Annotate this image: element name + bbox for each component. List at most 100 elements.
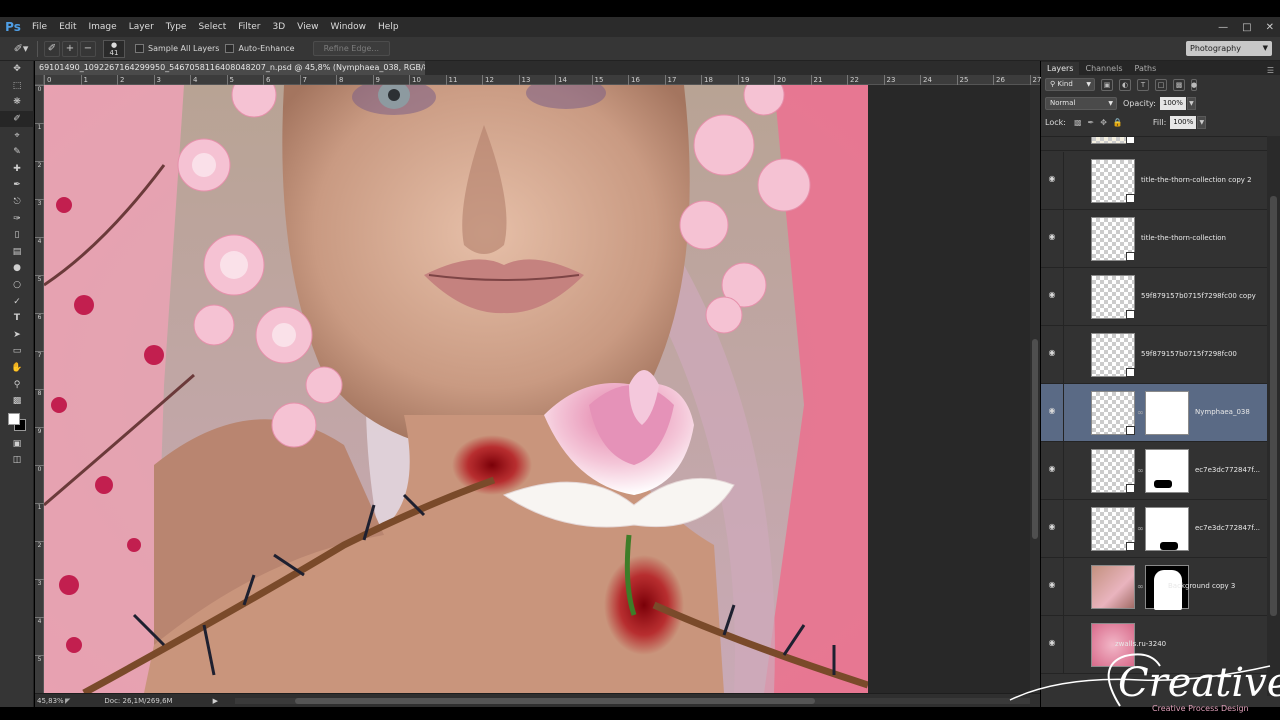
shape-tool-icon[interactable]: ▭ (0, 343, 34, 360)
tab-layers[interactable]: Layers (1041, 62, 1080, 75)
layer-name[interactable]: title-the-thorn-collection (1141, 234, 1226, 242)
mask-link-icon[interactable]: ∞ (1137, 408, 1144, 417)
dodge-tool-icon[interactable]: ○ (0, 277, 34, 294)
visibility-eye-icon[interactable]: ◉ (1047, 580, 1057, 590)
filter-pixel-icon[interactable]: ▣ (1101, 78, 1113, 91)
default-colors-icon[interactable]: ▩ (0, 393, 34, 410)
layer-row-selected[interactable]: ◉ ∞ Nymphaea_038 (1041, 384, 1267, 442)
minimize-icon[interactable]: — (1218, 22, 1228, 33)
filter-shape-icon[interactable]: □ (1155, 78, 1167, 91)
menu-edit[interactable]: Edit (53, 17, 82, 37)
menu-select[interactable]: Select (192, 17, 232, 37)
subtract-from-selection-icon[interactable]: − (80, 40, 96, 57)
menu-3d[interactable]: 3D (267, 17, 292, 37)
layer-row[interactable]: ◉ ∞ Background copy 3 (1041, 558, 1267, 616)
menu-layer[interactable]: Layer (123, 17, 160, 37)
foreground-color-swatch[interactable] (8, 413, 20, 426)
layer-row[interactable]: ◉ 59f879157b0715f7298fc00 copy (1041, 268, 1267, 326)
layer-name[interactable]: Background copy 3 (1168, 582, 1235, 590)
layer-mask-thumbnail[interactable] (1145, 507, 1189, 551)
filter-toggle-icon[interactable]: ● (1191, 78, 1197, 91)
status-menu-icon[interactable]: ▶ (213, 697, 218, 705)
screen-mode-icon[interactable]: ◫ (0, 452, 34, 469)
menu-help[interactable]: Help (372, 17, 405, 37)
visibility-eye-icon[interactable]: ◉ (1047, 290, 1057, 300)
filter-smart-object-icon[interactable]: ▩ (1173, 78, 1185, 91)
opacity-slider-toggle[interactable]: ▼ (1186, 97, 1196, 110)
layers-scrollbar[interactable] (1267, 136, 1280, 696)
path-selection-tool-icon[interactable]: ➤ (0, 327, 34, 344)
horizontal-ruler[interactable]: 0 1 2 3 4 5 6 7 8 9 10 11 12 13 14 15 16 17 18 19 20 21 22 23 24… (44, 75, 1041, 85)
refine-edge-button[interactable]: Refine Edge... (312, 41, 391, 56)
healing-brush-tool-icon[interactable]: ✚ (0, 161, 34, 178)
mask-link-icon[interactable]: ∞ (1137, 466, 1144, 475)
layer-row[interactable]: ◉ ∞ ec7e3dc772847f... (1041, 442, 1267, 500)
layer-row[interactable]: ◉ title-the-thorn-collection copy 2 (1041, 152, 1267, 210)
filter-adjustment-icon[interactable]: ◐ (1119, 78, 1131, 91)
layer-mask-thumbnail[interactable] (1145, 391, 1189, 435)
maximize-icon[interactable]: □ (1242, 22, 1251, 33)
mask-link-icon[interactable]: ∞ (1137, 524, 1144, 533)
tab-paths[interactable]: Paths (1129, 62, 1163, 75)
marquee-tool-icon[interactable]: ⬚ (0, 78, 34, 95)
menu-type[interactable]: Type (160, 17, 193, 37)
brush-tool-icon[interactable]: ✒ (0, 177, 34, 194)
gradient-tool-icon[interactable]: ▤ (0, 244, 34, 261)
visibility-eye-icon[interactable]: ◉ (1047, 522, 1057, 532)
sample-all-layers-checkbox[interactable] (135, 44, 144, 53)
blend-mode-select[interactable]: Normal ▼ (1045, 97, 1117, 110)
document-vertical-scrollbar[interactable] (1030, 85, 1040, 693)
panel-menu-icon[interactable]: ☰ (1267, 66, 1274, 75)
visibility-eye-icon[interactable]: ◉ (1047, 174, 1057, 184)
quick-selection-tool-icon[interactable]: ✐ (0, 110, 34, 128)
zoom-tool-icon[interactable]: ⚲ (0, 376, 34, 393)
menu-view[interactable]: View (291, 17, 324, 37)
eraser-tool-icon[interactable]: ▯ (0, 227, 34, 244)
lasso-tool-icon[interactable]: ❋ (0, 94, 34, 111)
visibility-eye-icon[interactable]: ◉ (1047, 406, 1057, 416)
lock-transparent-icon[interactable]: ▩ (1074, 118, 1082, 127)
menu-window[interactable]: Window (325, 17, 373, 37)
lock-position-icon[interactable]: ✥ (1100, 118, 1107, 127)
history-brush-tool-icon[interactable]: ✑ (0, 210, 34, 227)
filter-type-icon[interactable]: T (1137, 78, 1149, 91)
layer-mask-thumbnail[interactable] (1145, 449, 1189, 493)
workspace-select[interactable]: Photography ▼ (1186, 41, 1272, 56)
layer-filter-select[interactable]: ⚲ Kind ▼ (1045, 78, 1095, 91)
color-swatches[interactable] (0, 409, 34, 435)
opacity-input[interactable]: 100% (1159, 97, 1186, 110)
layer-name[interactable]: ec7e3dc772847f... (1195, 466, 1260, 474)
auto-enhance-checkbox[interactable] (225, 44, 235, 53)
scroll-thumb[interactable] (1270, 196, 1277, 616)
new-selection-icon[interactable]: ✐ (44, 40, 60, 57)
fill-input[interactable]: 100% (1170, 116, 1197, 129)
scroll-thumb[interactable] (295, 698, 815, 704)
scroll-thumb[interactable] (1032, 339, 1038, 539)
move-tool-icon[interactable]: ✥ (0, 61, 34, 78)
visibility-eye-icon[interactable]: ◉ (1047, 348, 1057, 358)
blur-tool-icon[interactable]: ● (0, 260, 34, 277)
vertical-ruler[interactable]: 0 1 2 3 4 5 6 7 8 9 0 1 2 3 4 5 (35, 85, 44, 693)
ruler-origin[interactable] (35, 75, 44, 85)
quick-mask-icon[interactable]: ▣ (0, 435, 34, 452)
brush-size-picker[interactable]: ● 41 (103, 39, 125, 58)
menu-filter[interactable]: Filter (232, 17, 266, 37)
layer-name[interactable]: 59f879157b0715f7298fc00 copy (1141, 292, 1256, 300)
menu-file[interactable]: File (26, 17, 53, 37)
layer-name[interactable]: title-the-thorn-collection copy 2 (1141, 176, 1252, 184)
type-tool-icon[interactable]: T (0, 310, 34, 327)
layer-row[interactable]: ◉ 59f879157b0715f7298fc00 (1041, 326, 1267, 384)
pen-tool-icon[interactable]: ✓ (0, 293, 34, 310)
close-icon[interactable]: ✕ (1266, 22, 1274, 33)
document-horizontal-scrollbar[interactable] (235, 698, 1030, 704)
lock-image-icon[interactable]: ✒ (1088, 118, 1095, 127)
hand-tool-icon[interactable]: ✋ (0, 360, 34, 377)
lock-all-icon[interactable]: 🔒 (1113, 118, 1123, 127)
add-to-selection-icon[interactable]: + (62, 40, 78, 57)
layer-row-partial[interactable] (1041, 137, 1267, 151)
document-tab[interactable]: 69101490_1092267164299950_54670581164080… (35, 61, 458, 75)
zoom-level[interactable]: 45,83% (35, 697, 65, 705)
menu-image[interactable]: Image (83, 17, 123, 37)
layer-row[interactable]: ◉ title-the-thorn-collection (1041, 210, 1267, 268)
layer-name[interactable]: 59f879157b0715f7298fc00 (1141, 350, 1237, 358)
